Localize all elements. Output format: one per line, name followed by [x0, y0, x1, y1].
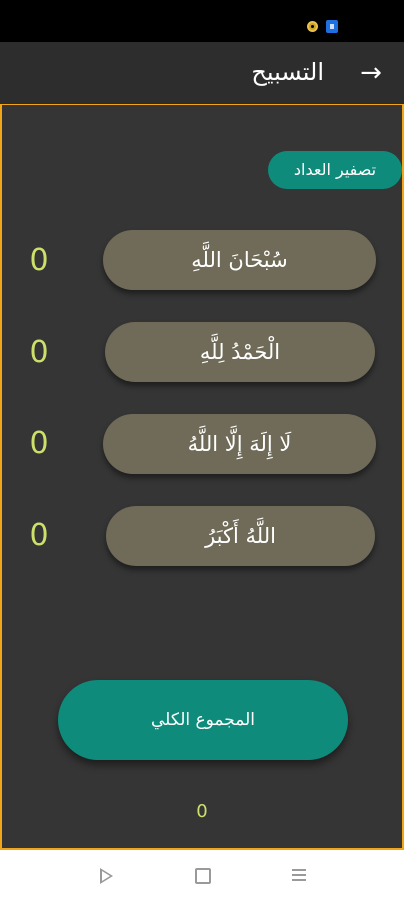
dhikr-count-subhanallah: 0 [29, 243, 49, 278]
page-title: التسبيح [251, 58, 324, 86]
dhikr-button-alhamdulillah[interactable]: الْحَمْدُ لِلَّهِ [105, 322, 375, 382]
notification-circle-icon [307, 21, 318, 32]
app-bar: التسبيح → [0, 42, 404, 104]
total-button[interactable]: المجموع الكلي [58, 680, 348, 760]
dhikr-button-subhanallah[interactable]: سُبْحَانَ اللَّهِ [103, 230, 376, 290]
back-arrow-icon[interactable]: → [356, 56, 386, 90]
system-nav-bar [0, 852, 404, 900]
dhikr-button-la-ilaha-illallah[interactable]: لَا إِلَهَ إِلَّا اللَّهُ [103, 414, 376, 474]
home-square-icon[interactable] [195, 868, 211, 884]
status-bar [0, 0, 404, 42]
dhikr-count-alhamdulillah: 0 [29, 335, 49, 370]
dhikr-count-la-ilaha-illallah: 0 [29, 426, 49, 461]
total-count: 0 [196, 801, 208, 822]
blue-app-icon [326, 20, 338, 33]
dhikr-count-allahu-akbar: 0 [29, 518, 49, 553]
back-triangle-icon[interactable] [100, 868, 113, 884]
menu-lines-icon[interactable] [292, 869, 306, 881]
reset-counter-button[interactable]: تصفير العداد [268, 151, 402, 189]
dhikr-button-allahu-akbar[interactable]: اللَّهُ أَكْبَرُ [106, 506, 375, 566]
